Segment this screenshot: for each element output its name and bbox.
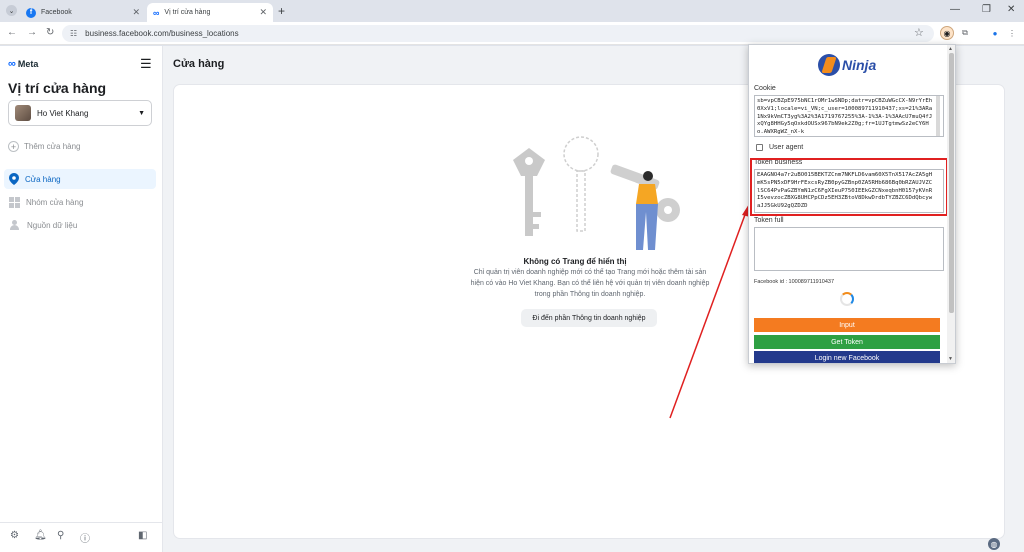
token-full-textarea[interactable] <box>754 227 944 271</box>
close-tab-icon[interactable]: ✕ <box>132 7 140 18</box>
business-account-selector[interactable]: Ho Viet Khang ▼ <box>8 100 152 126</box>
maximize-icon[interactable]: ❐ <box>982 4 991 15</box>
tab-title: Facebook <box>41 9 72 16</box>
sidebar-divider <box>0 522 163 523</box>
sidebar-item-stores[interactable]: Cửa hàng <box>4 169 156 189</box>
sidebar-item-data-sources[interactable]: Nguồn dữ liệu <box>4 215 156 235</box>
facebook-favicon-icon: f <box>26 7 36 18</box>
close-tab-icon[interactable]: ✕ <box>259 7 267 18</box>
cookie-scrollbar[interactable] <box>936 96 940 136</box>
tab-facebook[interactable]: f Facebook ✕ <box>20 3 146 22</box>
plus-icon: + <box>8 141 19 152</box>
scroll-down-icon[interactable]: ▼ <box>948 356 953 362</box>
notifications-bell-icon[interactable]: 🔔︎ <box>34 530 47 541</box>
meta-infinity-icon: ∞ <box>8 58 16 70</box>
meta-logo: ∞ Meta <box>8 58 39 70</box>
settings-gear-icon[interactable]: ⚙ <box>10 530 19 541</box>
forward-icon[interactable]: → <box>27 27 37 38</box>
token-business-highlight <box>750 158 948 216</box>
ninja-extension-popup: Ninja Cookie sb=vpCBZpE975bNC1rOMr1wSNDp… <box>748 44 956 364</box>
ninja-logo: Ninja <box>818 54 876 76</box>
new-tab-button[interactable]: + <box>278 4 285 18</box>
grid-icon <box>9 196 20 208</box>
back-icon[interactable]: ← <box>7 27 17 38</box>
get-token-button[interactable]: Get Token <box>754 335 940 349</box>
minimize-icon[interactable]: — <box>950 4 960 15</box>
hamburger-menu-icon[interactable]: ☰ <box>140 56 152 72</box>
profile-icon[interactable]: ● <box>988 26 1002 40</box>
account-name: Ho Viet Khang <box>37 108 89 118</box>
scroll-up-icon[interactable]: ▲ <box>948 46 953 52</box>
search-icon[interactable]: ⚲ <box>57 530 64 541</box>
meta-favicon-icon: ∞ <box>153 7 160 18</box>
loading-spinner-icon <box>840 292 854 306</box>
go-to-business-info-button[interactable]: Đi đến phần Thông tin doanh nghiệp <box>521 309 657 327</box>
popup-scrollbar-thumb[interactable] <box>949 53 954 313</box>
add-store-button[interactable]: + Thêm cửa hàng <box>8 141 81 152</box>
globe-icon[interactable]: ◍ <box>988 538 1000 550</box>
tab-search-icon[interactable]: ⌄ <box>6 5 17 16</box>
grey-key-icon <box>513 148 545 236</box>
tab-title: Vị trí cửa hàng <box>164 9 211 16</box>
section-title: Cửa hàng <box>173 58 225 70</box>
site-info-icon[interactable]: ☷ <box>70 29 77 38</box>
ninja-logo-icon <box>818 54 840 76</box>
page-title: Vị trí cửa hàng <box>8 80 107 96</box>
reload-icon[interactable]: ↻ <box>46 27 54 38</box>
outline-key-icon <box>563 136 599 232</box>
cookie-label: Cookie <box>754 85 776 92</box>
close-window-icon[interactable]: ✕ <box>1007 4 1015 15</box>
collapse-panel-icon[interactable]: ◧ <box>138 530 147 541</box>
avatar <box>15 105 31 121</box>
facebook-id-text: Facebook id : 100089711910437 <box>754 279 835 285</box>
people-icon <box>9 220 21 230</box>
token-full-label: Token full <box>754 217 784 224</box>
page-scrollbar[interactable] <box>1015 46 1024 552</box>
arrow-shaft <box>669 211 747 419</box>
login-new-facebook-button[interactable]: Login new Facebook <box>754 351 940 363</box>
caret-down-icon: ▼ <box>138 109 145 117</box>
ninja-extension-icon[interactable]: ◉ <box>940 26 954 40</box>
extensions-puzzle-icon[interactable]: ⧉ <box>958 26 972 40</box>
annotation-arrow <box>669 204 750 419</box>
input-button[interactable]: Input <box>754 318 940 332</box>
address-bar[interactable]: ☷ business.facebook.com/business_locatio… <box>62 25 934 42</box>
user-agent-checkbox[interactable]: User agent <box>756 144 803 151</box>
cookie-textarea[interactable]: sb=vpCBZpE975bNC1rOMr1wSNDp;datr=vpCBZuW… <box>754 95 944 137</box>
tab-store-locations[interactable]: ∞ Vị trí cửa hàng ✕ <box>147 3 273 22</box>
help-icon[interactable]: ⓘ <box>80 530 90 545</box>
location-pin-icon <box>9 173 19 185</box>
keys-illustration <box>513 136 680 250</box>
bookmark-star-icon[interactable]: ☆ <box>914 26 924 39</box>
checkbox-box[interactable] <box>756 144 763 151</box>
browser-menu-icon[interactable]: ⋮ <box>1005 26 1019 40</box>
url-text: business.facebook.com/business_locations <box>85 29 239 38</box>
sidebar-item-store-groups[interactable]: Nhóm cửa hàng <box>4 192 156 212</box>
